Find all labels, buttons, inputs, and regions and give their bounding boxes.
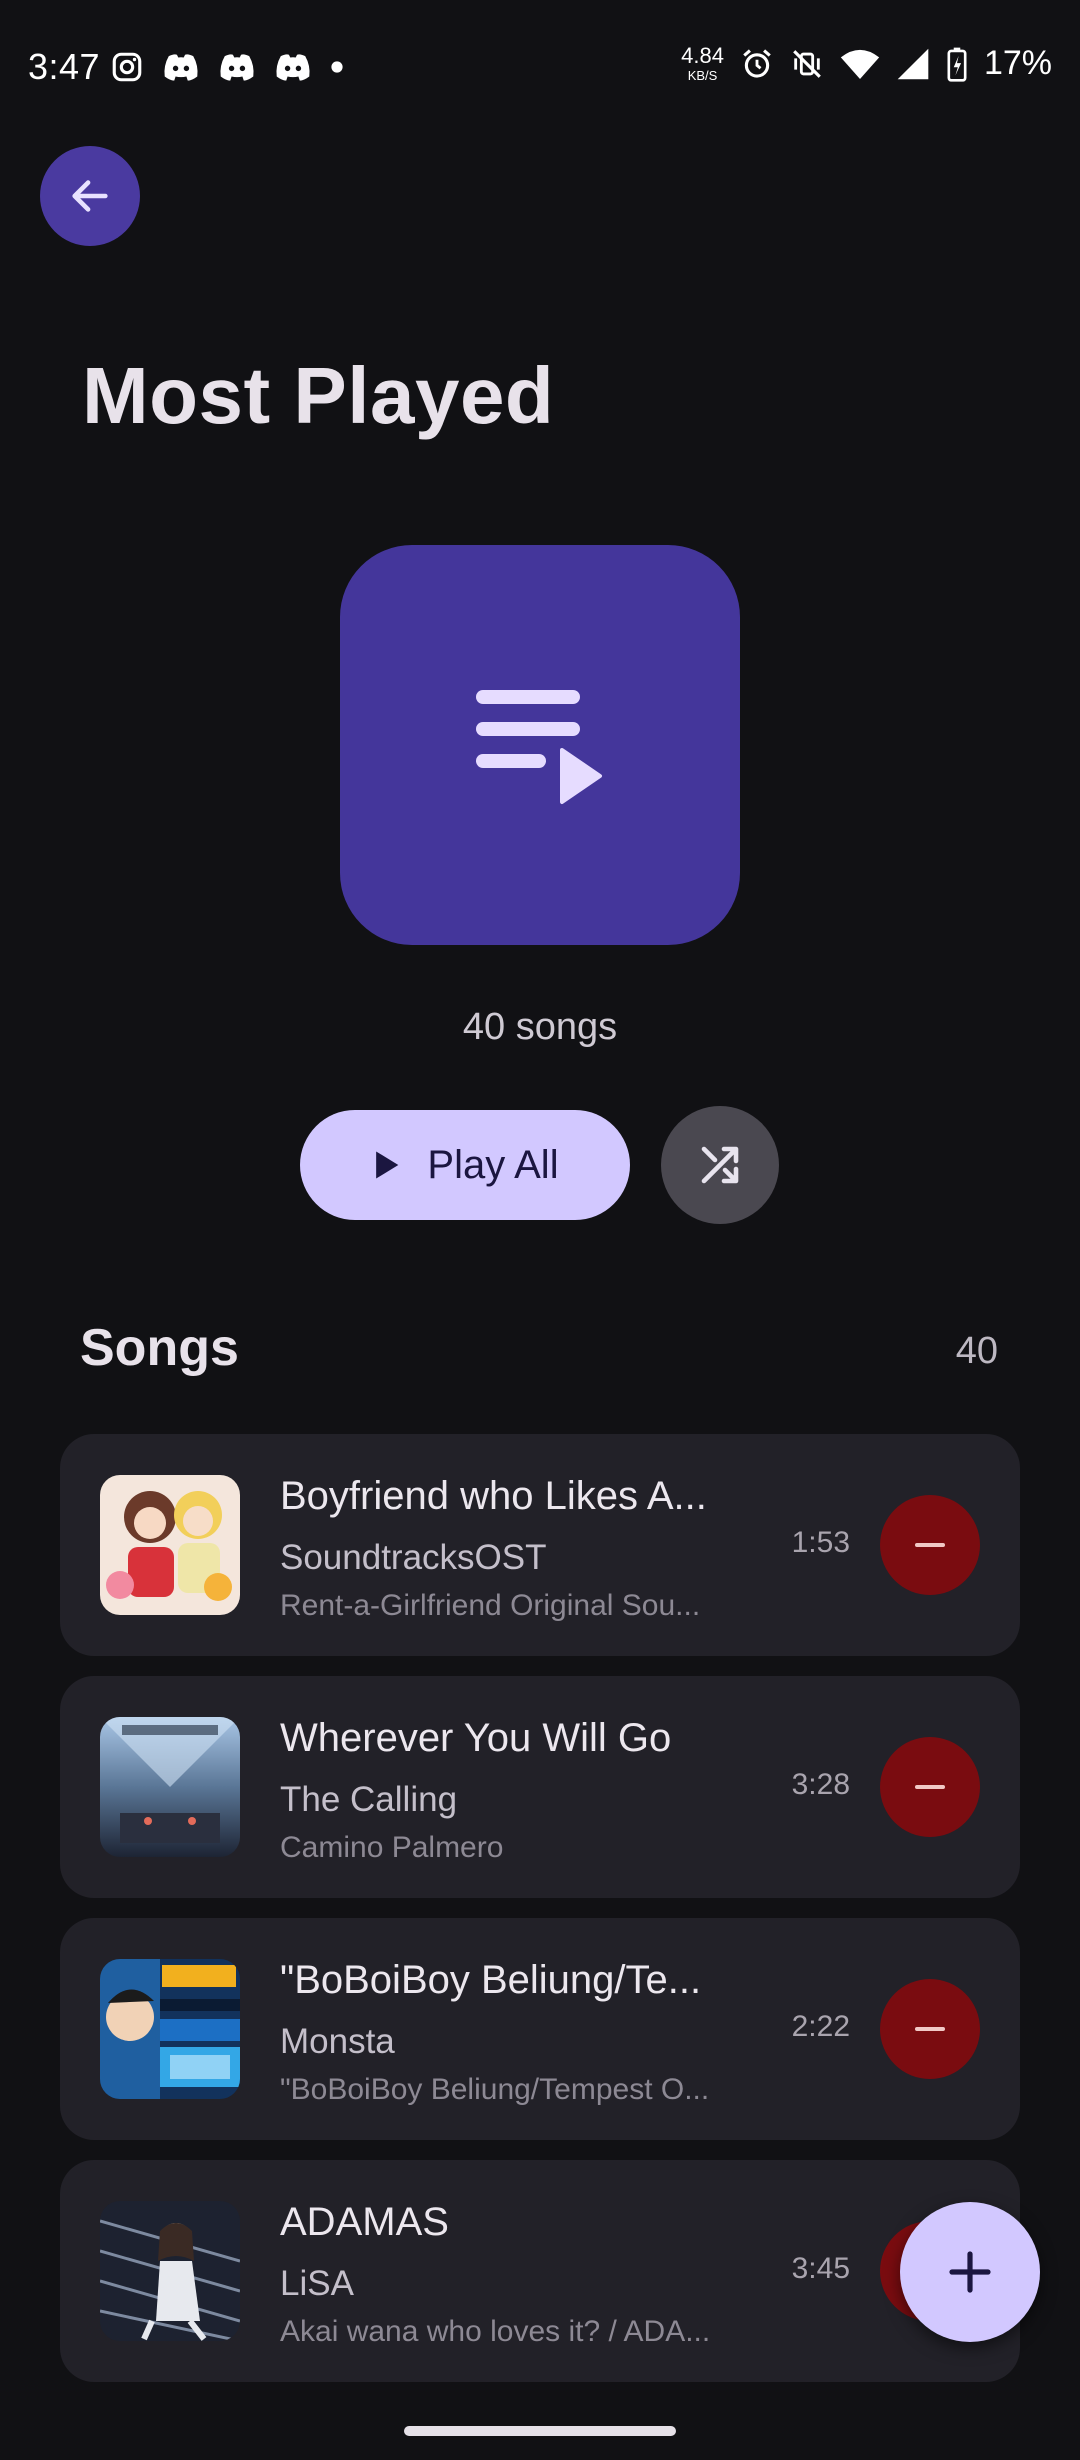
play-all-label: Play All xyxy=(427,1142,559,1187)
net-speed: 4.84 KB/S xyxy=(681,43,724,83)
home-indicator[interactable] xyxy=(404,2426,676,2436)
page-title: Most Played xyxy=(82,351,555,440)
song-title: Wherever You Will Go xyxy=(280,1716,672,1760)
play-all-button[interactable]: Play All xyxy=(300,1110,630,1220)
song-count: 40 songs xyxy=(462,1006,618,1048)
instagram-icon xyxy=(112,52,142,82)
vibrate-off-icon xyxy=(793,49,821,78)
add-icon xyxy=(949,2251,991,2293)
notification-icons xyxy=(110,50,344,84)
status-bar: 3:47 4.84 KB/S 17% xyxy=(0,0,1080,140)
song-artist: LiSA xyxy=(280,2264,354,2303)
song-duration: 1:53 xyxy=(791,1526,850,1559)
playlist-play-icon xyxy=(476,690,602,804)
signal-icon xyxy=(897,48,929,79)
songs-section-count: 40 xyxy=(955,1330,998,1372)
screen: 3:47 4.84 KB/S 17% Most Played 40 songs … xyxy=(0,0,1080,2460)
system-icons: 4.84 KB/S 17% xyxy=(681,44,1052,83)
add-song-fab[interactable] xyxy=(900,2202,1040,2342)
minus-icon xyxy=(915,1785,945,1789)
song-row[interactable]: ADAMAS LiSA Akai wana who loves it? / AD… xyxy=(60,2160,1020,2382)
battery-charging-icon xyxy=(947,47,967,82)
song-album: Camino Palmero xyxy=(280,1831,504,1864)
song-title: "BoBoiBoy Beliung/Te... xyxy=(280,1958,702,2002)
back-button[interactable] xyxy=(40,146,140,246)
album-art xyxy=(100,1959,240,2099)
song-duration: 3:45 xyxy=(791,2252,850,2285)
remove-song-button[interactable] xyxy=(880,1495,980,1595)
album-art xyxy=(100,1717,240,1857)
shuffle-button[interactable] xyxy=(661,1106,779,1224)
song-title: ADAMAS xyxy=(280,2200,449,2244)
minus-icon xyxy=(915,1543,945,1547)
remove-song-button[interactable] xyxy=(880,1979,980,2079)
shuffle-icon xyxy=(701,1146,739,1184)
song-row[interactable]: Wherever You Will Go The Calling Camino … xyxy=(60,1676,1020,1898)
alarm-icon xyxy=(743,48,771,78)
song-duration: 2:22 xyxy=(791,2010,850,2043)
minus-icon xyxy=(915,2027,945,2031)
battery-percent: 17% xyxy=(983,44,1052,82)
song-title: Boyfriend who Likes A... xyxy=(280,1474,707,1518)
remove-song-button[interactable] xyxy=(880,1737,980,1837)
net-speed-value: 4.84 xyxy=(681,43,724,68)
play-icon xyxy=(376,1151,399,1179)
song-album: Akai wana who loves it? / ADA... xyxy=(280,2315,711,2348)
song-album: "BoBoiBoy Beliung/Tempest O... xyxy=(280,2073,710,2106)
discord-icon xyxy=(276,54,310,81)
discord-icon xyxy=(164,54,198,81)
song-row[interactable]: Boyfriend who Likes A... SoundtracksOST … xyxy=(60,1434,1020,1656)
song-album: Rent-a-Girlfriend Original Sou... xyxy=(280,1589,701,1622)
playlist-artwork xyxy=(340,545,740,945)
net-speed-unit: KB/S xyxy=(687,68,718,83)
song-list: Boyfriend who Likes A... SoundtracksOST … xyxy=(60,1434,1020,2402)
song-artist: Monsta xyxy=(280,2022,395,2061)
song-row[interactable]: "BoBoiBoy Beliung/Te... Monsta "BoBoiBoy… xyxy=(60,1918,1020,2140)
dot-icon xyxy=(331,61,343,73)
song-duration: 3:28 xyxy=(791,1768,850,1801)
song-artist: The Calling xyxy=(280,1780,458,1819)
status-time: 3:47 xyxy=(28,46,101,87)
song-artist: SoundtracksOST xyxy=(280,1538,547,1577)
wifi-icon xyxy=(840,49,880,79)
album-art xyxy=(100,2201,240,2341)
album-art xyxy=(100,1475,240,1615)
discord-icon xyxy=(220,54,254,81)
arrow-back-icon xyxy=(72,180,108,212)
songs-section-title: Songs xyxy=(80,1319,239,1377)
